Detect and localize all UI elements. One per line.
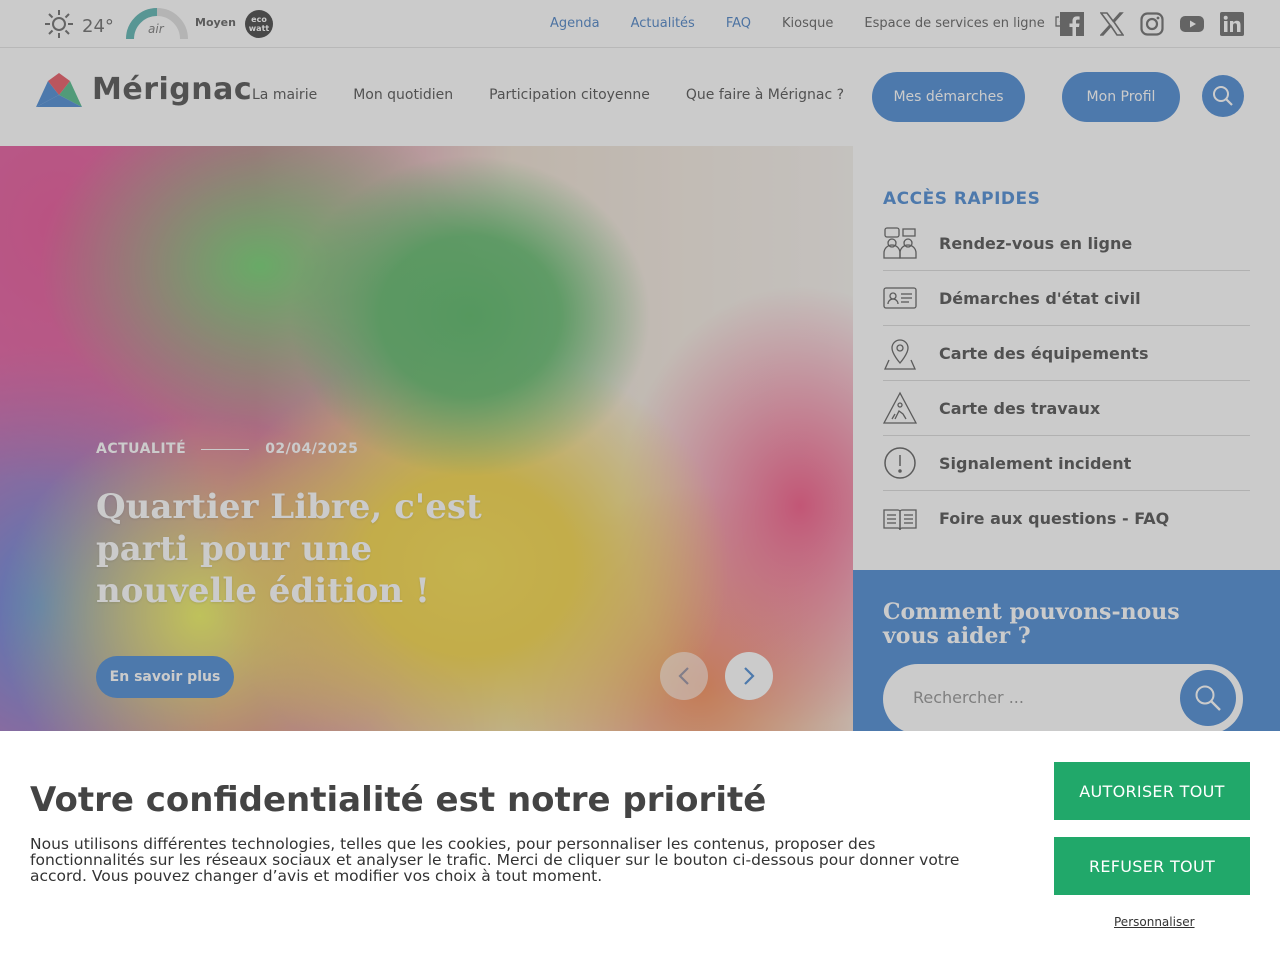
modal-backdrop xyxy=(0,0,1280,731)
cookie-text: Nous utilisons différentes technologies,… xyxy=(30,835,960,885)
customize-link[interactable]: Personnaliser xyxy=(1114,915,1195,929)
cookie-title: Votre confidentialité est notre priorité xyxy=(30,780,767,820)
refuse-all-button[interactable]: REFUSER TOUT xyxy=(1054,837,1250,895)
accept-all-button[interactable]: AUTORISER TOUT xyxy=(1054,762,1250,820)
cookie-banner: Votre confidentialité est notre priorité… xyxy=(0,731,1280,960)
